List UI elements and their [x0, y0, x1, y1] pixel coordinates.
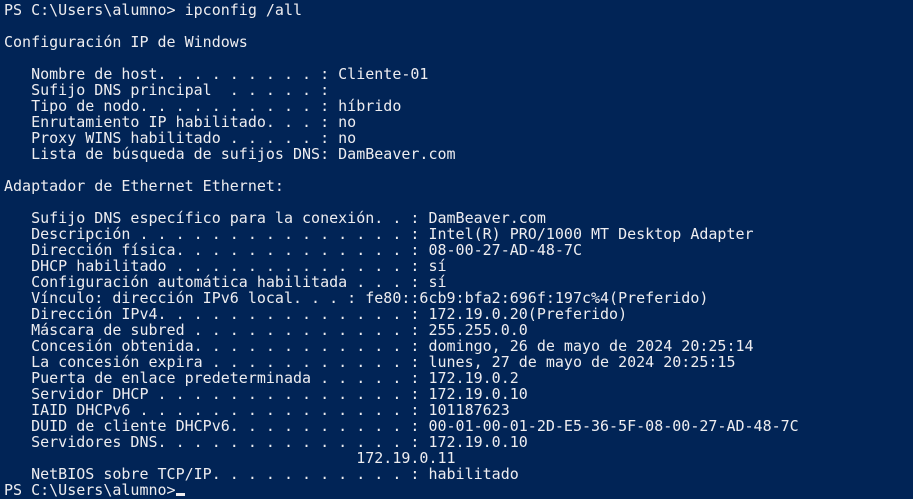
output-hostname: Nombre de host. . . . . . . . . : Client… [4, 65, 429, 83]
powershell-terminal[interactable]: PS C:\Users\alumno> ipconfig /all Config… [0, 0, 913, 499]
output-link-local-ipv6: Vínculo: dirección IPv6 local. . . : fe8… [4, 289, 709, 307]
output-default-gateway: Puerta de enlace predeterminada . . . . … [4, 369, 519, 387]
output-wins-proxy: Proxy WINS habilitado . . . . . : no [4, 129, 357, 147]
output-autoconfig-enabled: Configuración automática habilitada . . … [4, 273, 447, 291]
command-line: PS C:\Users\alumno> ipconfig /all [4, 1, 303, 19]
output-lease-expires: La concesión expira . . . . . . . . . . … [4, 353, 736, 371]
section-heading-windows-ip: Configuración IP de Windows [4, 33, 248, 51]
output-dns-servers: Servidores DNS. . . . . . . . . . . . . … [4, 433, 528, 451]
output-primary-dns-suffix: Sufijo DNS principal . . . . . : [4, 81, 330, 99]
output-subnet-mask: Máscara de subred . . . . . . . . . . . … [4, 321, 528, 339]
output-dns-suffix-search-list: Lista de búsqueda de sufijos DNS: DamBea… [4, 145, 456, 163]
output-dhcpv6-client-duid: DUID de cliente DHCPv6. . . . . . . . . … [4, 417, 799, 435]
text-cursor [175, 493, 185, 496]
output-netbios-over-tcpip: NetBIOS sobre TCP/IP. . . . . . . . . . … [4, 465, 519, 483]
output-ip-routing: Enrutamiento IP habilitado. . . : no [4, 113, 357, 131]
output-ipv4-address: Dirección IPv4. . . . . . . . . . . . . … [4, 305, 628, 323]
prompt-line[interactable]: PS C:\Users\alumno> [0, 482, 913, 498]
output-node-type: Tipo de nodo. . . . . . . . . . : híbrid… [4, 97, 402, 115]
output-lease-obtained: Concesión obtenida. . . . . . . . . . . … [4, 337, 754, 355]
output-dhcp-server: Servidor DHCP . . . . . . . . . . . . . … [4, 385, 528, 403]
output-dhcp-enabled: DHCP habilitado . . . . . . . . . . . . … [4, 257, 447, 275]
output-dhcpv6-iaid: IAID DHCPv6 . . . . . . . . . . . . . . … [4, 401, 510, 419]
prompt-text: PS C:\Users\alumno> [4, 481, 176, 499]
output-physical-address: Dirección física. . . . . . . . . . . . … [4, 241, 582, 259]
section-heading-ethernet-adapter: Adaptador de Ethernet Ethernet: [4, 177, 284, 195]
output-connection-dns-suffix: Sufijo DNS específico para la conexión. … [4, 209, 546, 227]
output-dns-servers-secondary: 172.19.0.11 [4, 449, 456, 467]
output-description: Descripción . . . . . . . . . . . . . . … [4, 225, 754, 243]
